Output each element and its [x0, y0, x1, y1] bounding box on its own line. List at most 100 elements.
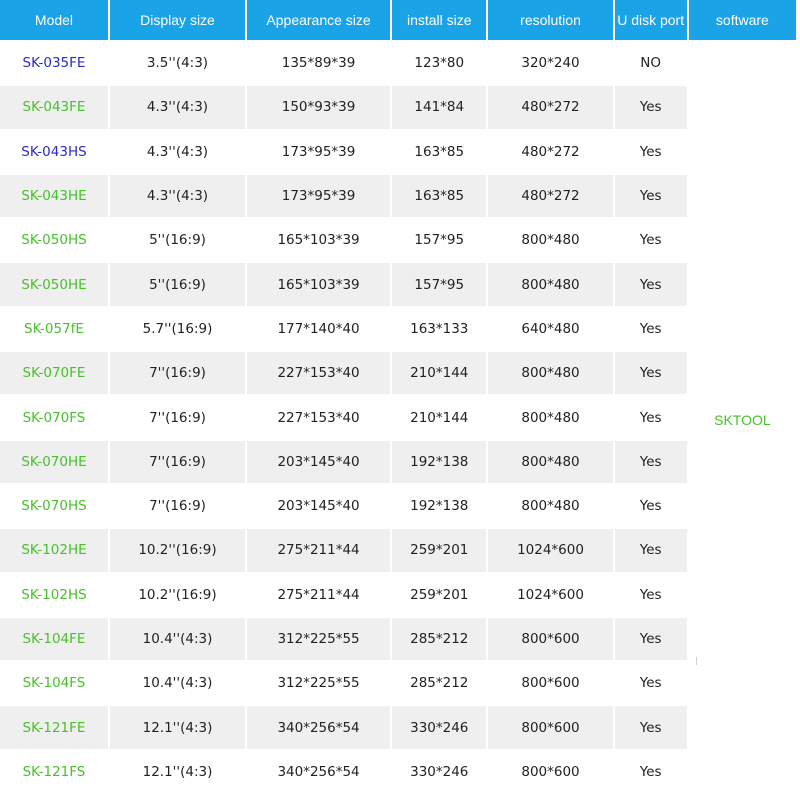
install-size-cell: 163*85: [392, 174, 487, 218]
resolution-cell: 480*272: [488, 174, 613, 218]
appearance-size-cell: 275*211*44: [247, 573, 391, 616]
u-disk-port-cell: Yes: [614, 174, 687, 218]
display-size-cell: 4.3''(4:3): [109, 130, 246, 173]
header-u-disk-port: U disk port: [614, 0, 687, 40]
u-disk-port-cell: Yes: [614, 529, 687, 572]
header-appearance-size: Appearance size: [247, 0, 391, 40]
u-disk-port-cell: Yes: [614, 440, 687, 483]
model-cell: SK-102HS: [0, 573, 108, 616]
appearance-size-cell: 135*89*39: [247, 42, 391, 85]
u-disk-port-cell: Yes: [614, 484, 687, 528]
resolution-cell: 1024*600: [488, 529, 613, 572]
install-size-cell: 163*85: [392, 130, 487, 173]
model-cell: SK-043HS: [0, 130, 108, 173]
display-size-cell: 3.5''(4:3): [109, 42, 246, 85]
install-size-cell: 259*201: [392, 529, 487, 572]
install-size-cell: 163*133: [392, 307, 487, 351]
install-size-cell: 192*138: [392, 440, 487, 483]
u-disk-port-cell: Yes: [614, 130, 687, 173]
model-cell: SK-070HE: [0, 440, 108, 483]
display-size-cell: 12.1''(4:3): [109, 706, 246, 749]
resolution-cell: 800*480: [488, 396, 613, 439]
appearance-size-cell: 312*225*55: [247, 662, 391, 705]
display-size-cell: 4.3''(4:3): [109, 174, 246, 218]
table-row: SK-043HS 4.3''(4:3) 173*95*39 163*85 480*272…: [0, 130, 796, 173]
resolution-cell: 480*272: [488, 86, 613, 129]
resolution-cell: 320*240: [488, 42, 613, 85]
appearance-size-cell: 165*103*39: [247, 263, 391, 306]
install-size-cell: 285*212: [392, 662, 487, 705]
resolution-cell: 800*480: [488, 440, 613, 483]
header-software: software: [688, 0, 796, 40]
display-size-cell: 10.4''(4:3): [109, 617, 246, 661]
resolution-cell: 800*480: [488, 263, 613, 306]
table-row: SK-070FS 7''(16:9) 227*153*40 210*144 800*48…: [0, 396, 796, 439]
appearance-size-cell: 177*140*40: [247, 307, 391, 351]
header-model: Model: [0, 0, 108, 40]
table-row: SK-070HS 7''(16:9) 203*145*40 192*138 800*48…: [0, 484, 796, 528]
model-cell: SK-070FS: [0, 396, 108, 439]
appearance-size-cell: 173*95*39: [247, 130, 391, 173]
u-disk-port-cell: Yes: [614, 573, 687, 616]
model-cell: SK-102HE: [0, 529, 108, 572]
resolution-cell: 800*600: [488, 662, 613, 705]
u-disk-port-cell: Yes: [614, 263, 687, 306]
display-size-cell: 4.3''(4:3): [109, 86, 246, 129]
appearance-size-cell: 203*145*40: [247, 484, 391, 528]
display-size-cell: 7''(16:9): [109, 352, 246, 395]
table-row: SK-070HE 7''(16:9) 203*145*40 192*138 800*48…: [0, 440, 796, 483]
resolution-cell: 1024*600: [488, 573, 613, 616]
model-cell: SK-050HS: [0, 219, 108, 262]
model-cell: SK-043HE: [0, 174, 108, 218]
table-row: SK-050HE 5''(16:9) 165*103*39 157*95 800*480…: [0, 263, 796, 306]
display-size-cell: 12.1''(4:3): [109, 750, 246, 794]
u-disk-port-cell: Yes: [614, 352, 687, 395]
display-size-cell: 5''(16:9): [109, 263, 246, 306]
resolution-cell: 800*480: [488, 352, 613, 395]
appearance-size-cell: 203*145*40: [247, 440, 391, 483]
header-install-size: install size: [392, 0, 487, 40]
u-disk-port-cell: Yes: [614, 307, 687, 351]
header-row: Model Display size Appearance size insta…: [0, 0, 796, 40]
appearance-size-cell: 227*153*40: [247, 352, 391, 395]
display-size-cell: 7''(16:9): [109, 396, 246, 439]
install-size-cell: 141*84: [392, 86, 487, 129]
resolution-cell: 800*600: [488, 617, 613, 661]
appearance-size-cell: 275*211*44: [247, 529, 391, 572]
appearance-size-cell: 340*256*54: [247, 706, 391, 749]
resolution-cell: 800*600: [488, 706, 613, 749]
display-size-cell: 10.2''(16:9): [109, 529, 246, 572]
table-row: SK-104FS 10.4''(4:3) 312*225*55 285*212 800*…: [0, 662, 796, 705]
model-cell: SK-121FE: [0, 706, 108, 749]
table-row: SK-121FE 12.1''(4:3) 340*256*54 330*246 800*…: [0, 706, 796, 749]
software-cell: SKTOOL: [688, 42, 796, 794]
install-size-cell: 157*95: [392, 219, 487, 262]
display-size-cell: 10.2''(16:9): [109, 573, 246, 616]
model-cell: SK-050HE: [0, 263, 108, 306]
display-size-cell: 7''(16:9): [109, 440, 246, 483]
table-row: SK-070FE 7''(16:9) 227*153*40 210*144 800*48…: [0, 352, 796, 395]
install-size-cell: 157*95: [392, 263, 487, 306]
table-row: SK-104FE 10.4''(4:3) 312*225*55 285*212 800*…: [0, 617, 796, 661]
resolution-cell: 480*272: [488, 130, 613, 173]
model-cell: SK-104FE: [0, 617, 108, 661]
header-display-size: Display size: [109, 0, 246, 40]
table-row: SK-102HE 10.2''(16:9) 275*211*44 259*201 102…: [0, 529, 796, 572]
appearance-size-cell: 227*153*40: [247, 396, 391, 439]
resolution-cell: 800*480: [488, 219, 613, 262]
appearance-size-cell: 150*93*39: [247, 86, 391, 129]
install-size-cell: 330*246: [392, 750, 487, 794]
u-disk-port-cell: Yes: [614, 396, 687, 439]
install-size-cell: 192*138: [392, 484, 487, 528]
display-size-cell: 10.4''(4:3): [109, 662, 246, 705]
model-cell: SK-070HS: [0, 484, 108, 528]
appearance-size-cell: 165*103*39: [247, 219, 391, 262]
resolution-cell: 640*480: [488, 307, 613, 351]
divider: [696, 657, 697, 665]
u-disk-port-cell: Yes: [614, 86, 687, 129]
u-disk-port-cell: Yes: [614, 617, 687, 661]
resolution-cell: 800*480: [488, 484, 613, 528]
header-resolution: resolution: [488, 0, 613, 40]
resolution-cell: 800*600: [488, 750, 613, 794]
appearance-size-cell: 173*95*39: [247, 174, 391, 218]
